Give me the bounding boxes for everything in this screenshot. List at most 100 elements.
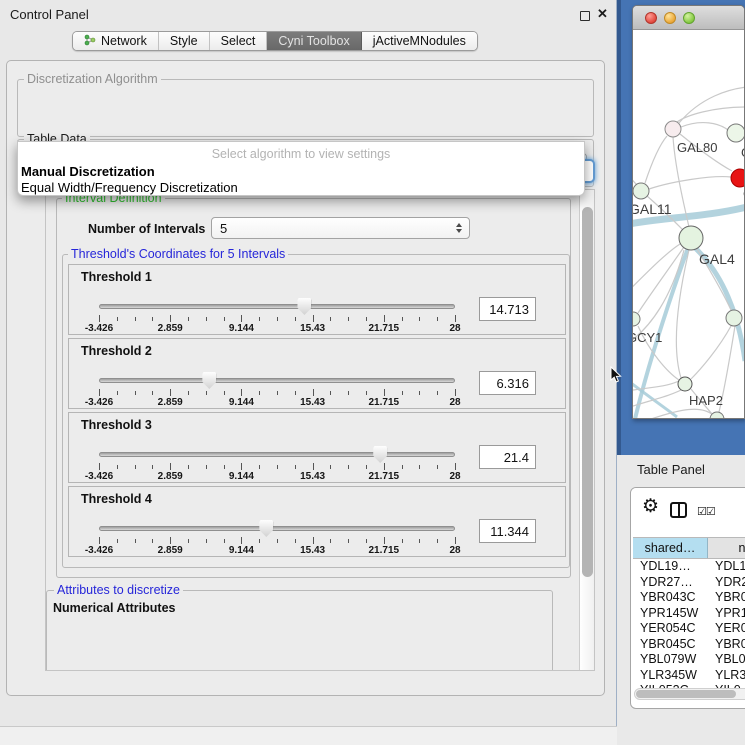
table-horizontal-scrollbar[interactable] bbox=[634, 688, 745, 700]
network-window-titlebar[interactable] bbox=[633, 6, 744, 30]
tab-jactivemnodules[interactable]: jActiveMNodules bbox=[362, 32, 477, 50]
threshold-slider[interactable]: -3.4262.8599.14415.4321.71528 bbox=[99, 413, 455, 484]
network-edge[interactable] bbox=[645, 136, 667, 183]
threshold-slider[interactable]: -3.4262.8599.14415.4321.71528 bbox=[99, 339, 455, 410]
slider-thumb[interactable] bbox=[259, 520, 273, 537]
network-node[interactable] bbox=[726, 310, 742, 326]
settings-vertical-scrollbar[interactable] bbox=[579, 190, 594, 671]
slider-track[interactable] bbox=[99, 304, 455, 309]
network-node[interactable] bbox=[665, 121, 681, 137]
settings-scrollpane: Interval Definition Number of Intervals … bbox=[45, 189, 595, 671]
float-window-icon[interactable] bbox=[580, 11, 590, 21]
close-traffic-light-icon[interactable] bbox=[645, 12, 657, 24]
table-panel-title: Table Panel bbox=[637, 462, 705, 477]
cell-shared-name[interactable]: YBL079W bbox=[633, 652, 708, 668]
network-node[interactable] bbox=[679, 226, 703, 250]
network-view-window: GAL80GACGAL11GAL4GCY1HHAP2 bbox=[632, 5, 745, 419]
table-row[interactable]: YER054CYER0 bbox=[633, 621, 745, 637]
slider-tick-labels: -3.4262.8599.14415.4321.71528 bbox=[99, 397, 455, 408]
table-toolbar: ⚙ ☑☑ bbox=[631, 488, 745, 536]
popup-item-equal-width[interactable]: Equal Width/Frequency Discretization bbox=[21, 180, 238, 195]
table-row[interactable]: YBR045CYBR0 bbox=[633, 637, 745, 653]
table-row[interactable]: YBR043CYBR0 bbox=[633, 590, 745, 606]
gear-icon[interactable]: ⚙ bbox=[642, 495, 659, 518]
threshold-slider[interactable]: -3.4262.8599.14415.4321.71528 bbox=[99, 487, 455, 558]
close-icon[interactable]: ✕ bbox=[597, 6, 608, 22]
cell-name[interactable]: YLR3 bbox=[708, 668, 745, 684]
table-row[interactable]: YDR27…YDR2 bbox=[633, 575, 745, 591]
table-row[interactable]: YDL19…YDL1 bbox=[633, 559, 745, 575]
table-row[interactable]: YLR345WYLR3 bbox=[633, 668, 745, 684]
slider-track[interactable] bbox=[99, 526, 455, 531]
table-row[interactable]: YPR145WYPR1 bbox=[633, 606, 745, 622]
zoom-traffic-light-icon[interactable] bbox=[683, 12, 695, 24]
scrollbar-thumb[interactable] bbox=[582, 207, 593, 577]
column-header-name[interactable]: na bbox=[708, 538, 745, 558]
cell-name[interactable]: YDR2 bbox=[708, 575, 745, 591]
popup-item-manual[interactable]: Manual Discretization bbox=[21, 164, 155, 179]
cell-name[interactable]: YBR0 bbox=[708, 590, 745, 606]
minimize-traffic-light-icon[interactable] bbox=[664, 12, 676, 24]
slider-track[interactable] bbox=[99, 452, 455, 457]
cell-shared-name[interactable]: YBR043C bbox=[633, 590, 708, 606]
slider-tick-labels: -3.4262.8599.14415.4321.71528 bbox=[99, 471, 455, 482]
network-node[interactable] bbox=[678, 377, 692, 391]
cell-shared-name[interactable]: YER054C bbox=[633, 621, 708, 637]
network-node[interactable] bbox=[633, 183, 649, 199]
node-label-gal80: GAL80 bbox=[677, 140, 717, 155]
network-node[interactable] bbox=[633, 312, 640, 326]
algorithm-groupbox bbox=[17, 79, 594, 137]
threshold-value-field[interactable]: 21.4 bbox=[479, 445, 536, 469]
cell-name[interactable]: YBR0 bbox=[708, 637, 745, 653]
network-edge[interactable] bbox=[633, 161, 637, 185]
network-edge[interactable] bbox=[649, 177, 731, 189]
node-label-ga: GA bbox=[741, 145, 745, 160]
network-node[interactable] bbox=[710, 412, 724, 419]
threshold-slider[interactable]: -3.4262.8599.14415.4321.71528 bbox=[99, 265, 455, 336]
column-select-icon[interactable]: ☑☑ bbox=[697, 505, 715, 518]
num-intervals-combo[interactable]: 5 bbox=[211, 217, 470, 239]
tab-style[interactable]: Style bbox=[159, 32, 210, 50]
table-row[interactable]: YBL079WYBL0 bbox=[633, 652, 745, 668]
tab-label: Style bbox=[170, 34, 198, 48]
cell-name[interactable]: YER0 bbox=[708, 621, 745, 637]
slider-tick-labels: -3.4262.8599.14415.4321.71528 bbox=[99, 545, 455, 556]
cell-shared-name[interactable]: YPR145W bbox=[633, 606, 708, 622]
cell-shared-name[interactable]: YDL19… bbox=[633, 559, 708, 575]
slider-track[interactable] bbox=[99, 378, 455, 383]
cell-shared-name[interactable]: YDR27… bbox=[633, 575, 708, 591]
cell-name[interactable]: YDL1 bbox=[708, 559, 745, 575]
algorithm-popup: Select algorithm to view settings Manual… bbox=[17, 141, 585, 196]
num-intervals-value: 5 bbox=[220, 221, 227, 236]
slider-thumb[interactable] bbox=[373, 446, 387, 463]
tab-network[interactable]: Network bbox=[73, 32, 159, 50]
slider-thumb[interactable] bbox=[297, 298, 311, 315]
threshold-value-field[interactable]: 14.713 bbox=[479, 297, 536, 321]
algorithm-group-label: Discretization Algorithm bbox=[24, 72, 161, 86]
threshold-panel-3: Threshold 3-3.4262.8599.14415.4321.71528… bbox=[68, 412, 566, 483]
cell-shared-name[interactable]: YLR345W bbox=[633, 668, 708, 684]
network-edge[interactable] bbox=[651, 409, 713, 419]
column-header-shared-name[interactable]: shared… bbox=[633, 538, 708, 558]
slider-ticks bbox=[99, 315, 455, 323]
network-edge[interactable] bbox=[681, 123, 728, 130]
slider-ticks bbox=[99, 537, 455, 545]
tab-select[interactable]: Select bbox=[210, 32, 268, 50]
table-panel: ⚙ ☑☑ shared… na YDL19…YDL1YDR27…YDR2YBR0… bbox=[630, 487, 745, 709]
cell-shared-name[interactable]: YBR045C bbox=[633, 637, 708, 653]
column-layout-icon[interactable] bbox=[670, 502, 687, 518]
cell-name[interactable]: YPR1 bbox=[708, 606, 745, 622]
network-edge[interactable] bbox=[691, 326, 731, 379]
threshold-value-field[interactable]: 6.316 bbox=[479, 371, 536, 395]
network-node[interactable] bbox=[731, 169, 745, 187]
network-canvas[interactable]: GAL80GACGAL11GAL4GCY1HHAP2 bbox=[633, 31, 745, 419]
node-label-hap2: HAP2 bbox=[689, 393, 723, 408]
cell-name[interactable]: YBL0 bbox=[708, 652, 745, 668]
threshold-group-label: Threshold's Coordinates for 5 Intervals bbox=[68, 247, 288, 261]
slider-thumb[interactable] bbox=[202, 372, 216, 389]
tab-cyni-toolbox[interactable]: Cyni Toolbox bbox=[267, 32, 361, 50]
numerical-attributes-label: Numerical Attributes bbox=[53, 601, 175, 615]
network-edge[interactable] bbox=[679, 87, 745, 123]
network-node[interactable] bbox=[727, 124, 745, 142]
threshold-value-field[interactable]: 11.344 bbox=[479, 519, 536, 543]
